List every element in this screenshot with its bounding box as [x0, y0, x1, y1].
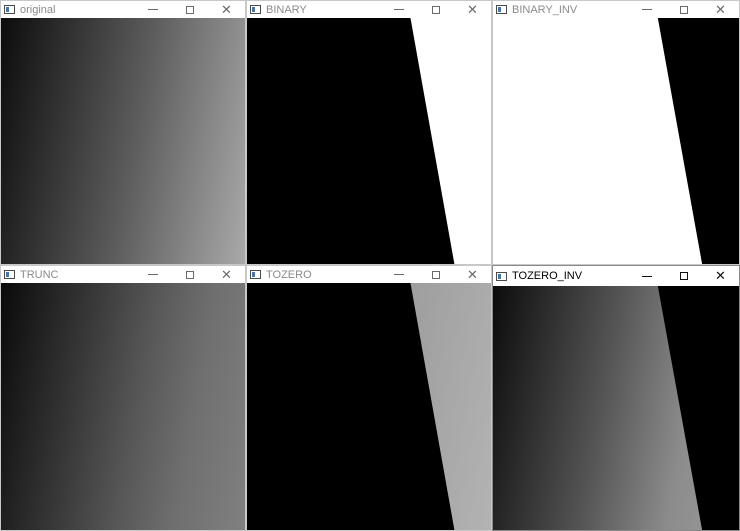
opencv-window-icon	[496, 271, 507, 281]
titlebar[interactable]: BINARY_INV ✕	[493, 1, 739, 18]
truncated-gradient-image	[1, 283, 245, 530]
titlebar[interactable]: TRUNC ✕	[1, 266, 245, 283]
opencv-window-icon	[250, 270, 261, 279]
window-title: BINARY	[266, 3, 307, 16]
image-canvas	[1, 283, 245, 530]
window-title: original	[20, 3, 56, 16]
maximize-icon[interactable]	[171, 1, 208, 18]
titlebar[interactable]: original ✕	[1, 1, 245, 18]
image-canvas	[493, 286, 739, 530]
image-canvas	[1, 18, 245, 264]
opencv-window-icon	[4, 270, 15, 279]
close-icon[interactable]: ✕	[454, 1, 491, 18]
window-title: TRUNC	[20, 268, 59, 281]
close-icon[interactable]: ✕	[208, 266, 245, 283]
close-icon[interactable]: ✕	[702, 266, 739, 286]
close-icon[interactable]: ✕	[208, 1, 245, 18]
titlebar[interactable]: BINARY ✕	[247, 1, 491, 18]
image-canvas	[247, 18, 491, 264]
maximize-icon[interactable]	[665, 266, 702, 286]
window-title: TOZERO	[266, 268, 312, 281]
close-icon[interactable]: ✕	[702, 1, 739, 18]
image-canvas	[247, 283, 491, 530]
maximize-icon[interactable]	[665, 1, 702, 18]
window-tozero-inv[interactable]: TOZERO_INV ✕	[492, 265, 740, 531]
maximize-icon[interactable]	[171, 266, 208, 283]
window-binary-inv[interactable]: BINARY_INV ✕	[492, 0, 740, 265]
opencv-window-icon	[4, 5, 15, 14]
gradient-image	[1, 18, 245, 264]
titlebar[interactable]: TOZERO ✕	[247, 266, 491, 283]
window-title: BINARY_INV	[512, 3, 578, 16]
window-binary[interactable]: BINARY ✕	[246, 0, 492, 265]
window-trunc[interactable]: TRUNC ✕	[0, 265, 246, 531]
minimize-icon[interactable]	[628, 1, 665, 18]
close-icon[interactable]: ✕	[454, 266, 491, 283]
window-tozero[interactable]: TOZERO ✕	[246, 265, 492, 531]
window-original[interactable]: original ✕	[0, 0, 246, 265]
opencv-window-icon	[250, 5, 261, 14]
minimize-icon[interactable]	[134, 266, 171, 283]
image-canvas	[493, 18, 739, 264]
maximize-icon[interactable]	[417, 1, 454, 18]
minimize-icon[interactable]	[628, 266, 665, 286]
opencv-window-icon	[496, 5, 507, 14]
minimize-icon[interactable]	[380, 266, 417, 283]
maximize-icon[interactable]	[417, 266, 454, 283]
minimize-icon[interactable]	[380, 1, 417, 18]
window-title: TOZERO_INV	[512, 270, 583, 282]
minimize-icon[interactable]	[134, 1, 171, 18]
titlebar[interactable]: TOZERO_INV ✕	[493, 266, 739, 286]
